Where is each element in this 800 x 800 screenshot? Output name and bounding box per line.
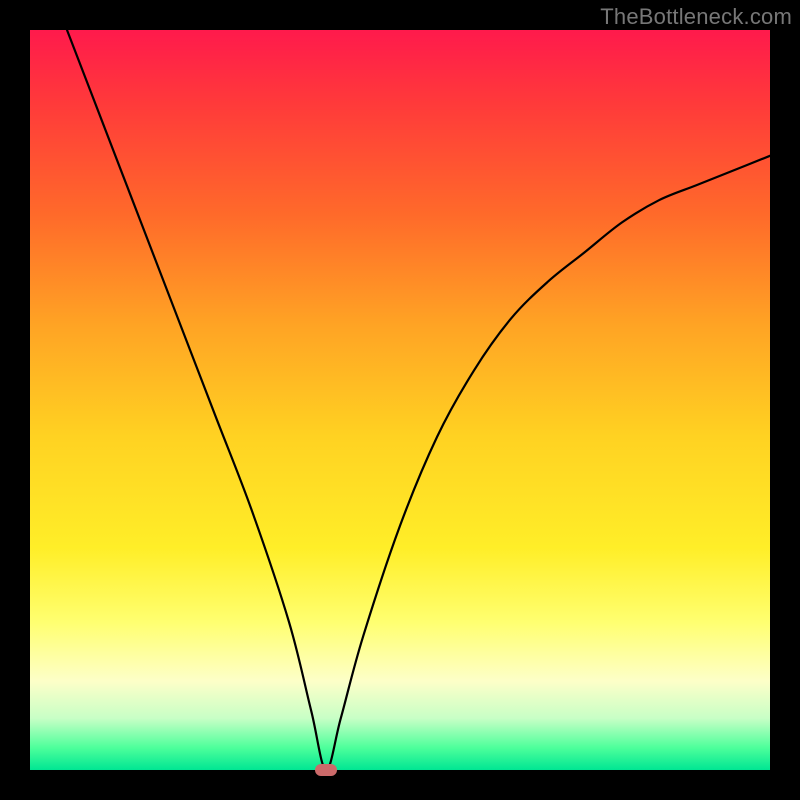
watermark-text: TheBottleneck.com [600,4,792,30]
bottleneck-curve [67,30,770,770]
minimum-marker [315,764,337,776]
curve-svg [30,30,770,770]
plot-area [30,30,770,770]
chart-frame: TheBottleneck.com [0,0,800,800]
